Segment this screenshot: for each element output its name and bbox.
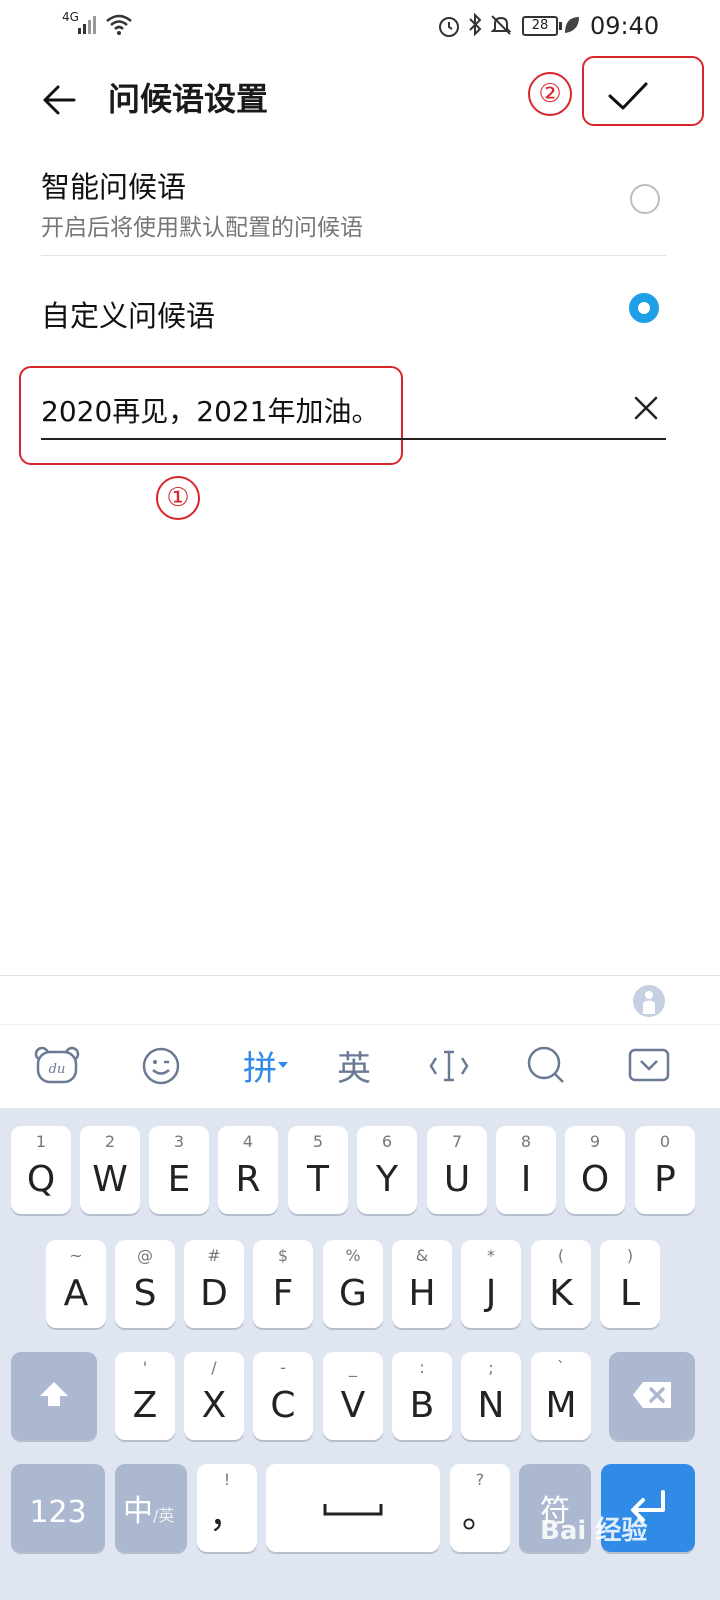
language-switch-key[interactable]: 中/英 <box>115 1464 187 1552</box>
clock: 09:40 <box>590 12 660 40</box>
battery-level: 28 <box>531 18 549 33</box>
option-custom-title: 自定义问候语 <box>41 299 216 333</box>
keyboard-hide-icon[interactable] <box>628 1048 670 1082</box>
key-e[interactable]: 3E <box>149 1126 209 1214</box>
key-k[interactable]: (K <box>531 1240 591 1328</box>
watermark-logo: Bai 经验 <box>540 1516 648 1546</box>
divider <box>41 255 666 256</box>
battery-icon: 28 <box>522 16 562 36</box>
shift-arrow-icon <box>40 1382 68 1406</box>
language-label: 中 <box>123 1494 153 1529</box>
key-o[interactable]: 9O <box>565 1126 625 1214</box>
space-key[interactable] <box>266 1464 440 1552</box>
network-type: 4G <box>62 10 79 24</box>
shift-key[interactable] <box>11 1352 97 1440</box>
key-m[interactable]: ` M <box>531 1352 591 1440</box>
annotation-number-one: ① <box>156 476 200 520</box>
backspace-key[interactable] <box>609 1352 695 1440</box>
numbers-key-label: 123 <box>29 1495 87 1530</box>
key-i[interactable]: 8I <box>496 1126 556 1214</box>
option-smart-subtitle: 开启后将使用默认配置的问候语 <box>41 215 363 241</box>
key-h[interactable]: & H <box>392 1240 452 1328</box>
key-n[interactable]: ; N <box>461 1352 521 1440</box>
wifi-icon <box>106 14 132 35</box>
back-arrow-icon[interactable] <box>40 80 80 120</box>
page-title: 问候语设置 <box>108 80 269 118</box>
radio-smart-greeting[interactable] <box>630 184 660 214</box>
comma-key[interactable]: !， <box>197 1464 257 1552</box>
alarm-icon <box>439 17 459 37</box>
radio-custom-greeting[interactable] <box>629 293 659 323</box>
signal-icon <box>78 16 96 34</box>
mute-icon <box>490 15 512 35</box>
status-bar: 4G 28 09:40 <box>0 0 720 52</box>
key-g[interactable]: % G <box>323 1240 383 1328</box>
key-l[interactable]: ) L <box>600 1240 660 1328</box>
greeting-input[interactable]: 2020再见，2021年加油。 <box>41 390 380 430</box>
emoji-icon[interactable] <box>141 1046 181 1086</box>
key-a[interactable]: ~ A <box>46 1240 106 1328</box>
period-key[interactable]: ?。 <box>450 1464 510 1552</box>
key-s[interactable]: @ S <box>115 1240 175 1328</box>
confirm-check-icon[interactable] <box>598 70 658 120</box>
input-underline <box>41 438 666 440</box>
key-y[interactable]: 6Y <box>357 1126 417 1214</box>
annotation-number-two: ② <box>528 72 572 116</box>
cursor-edit-icon[interactable] <box>428 1046 470 1086</box>
language-sub-label: /英 <box>153 1506 175 1525</box>
ai-assistant-icon[interactable] <box>632 984 666 1018</box>
key-u[interactable]: 7U <box>427 1126 487 1214</box>
svg-text:du: du <box>49 1062 66 1077</box>
tab-pinyin-label: 拼 <box>243 1048 277 1089</box>
key-z[interactable]: ' Z <box>115 1352 175 1440</box>
key-b[interactable]: :B <box>392 1352 452 1440</box>
tab-english[interactable]: 英 <box>334 1040 374 1090</box>
key-q[interactable]: 1Q <box>11 1126 71 1214</box>
key-p[interactable]: 0P <box>635 1126 695 1214</box>
tab-pinyin[interactable]: 拼 <box>238 1040 294 1090</box>
space-bar-icon <box>323 1504 383 1516</box>
bluetooth-icon <box>469 12 482 37</box>
tab-english-label: 英 <box>337 1048 371 1089</box>
keyboard-suggestion-bar <box>0 975 720 1024</box>
key-w[interactable]: 2W <box>80 1126 140 1214</box>
leaf-icon <box>565 17 579 33</box>
key-f[interactable]: $ F <box>253 1240 313 1328</box>
key-x[interactable]: / X <box>184 1352 244 1440</box>
key-t[interactable]: 5T <box>288 1126 348 1214</box>
search-icon[interactable] <box>525 1044 567 1086</box>
option-smart-title: 智能问候语 <box>41 170 187 204</box>
key-d[interactable]: # D <box>184 1240 244 1328</box>
du-bear-icon[interactable]: du <box>34 1046 80 1086</box>
key-j[interactable]: * J <box>461 1240 521 1328</box>
chevron-down-icon <box>278 1062 288 1068</box>
backspace-icon <box>633 1382 671 1408</box>
clear-icon[interactable] <box>632 394 660 422</box>
key-c[interactable]: -C <box>253 1352 313 1440</box>
key-r[interactable]: 4R <box>218 1126 278 1214</box>
numbers-key[interactable]: 123 <box>11 1464 105 1552</box>
key-v[interactable]: _ V <box>323 1352 383 1440</box>
